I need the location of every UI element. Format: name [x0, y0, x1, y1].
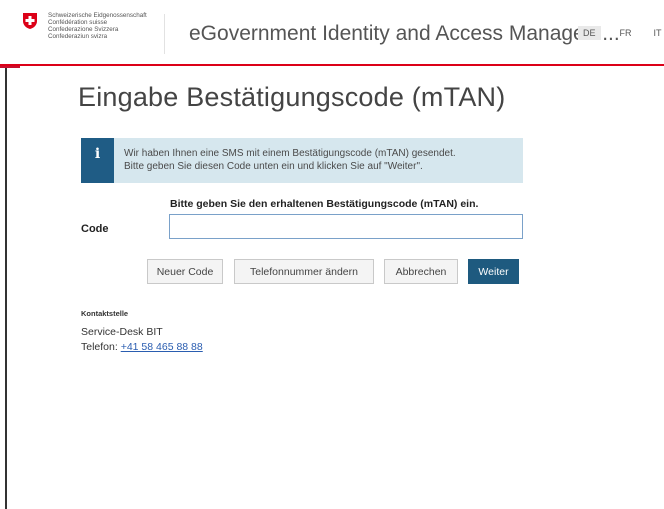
cancel-button[interactable]: Abbrechen: [384, 259, 458, 284]
code-input[interactable]: [169, 214, 523, 239]
top-accent-line: [0, 66, 20, 68]
agency-line-rm: Confederaziun svizra: [48, 33, 108, 40]
lang-de[interactable]: DE: [578, 26, 601, 40]
code-prompt: Bitte geben Sie den erhaltenen Bestätigu…: [170, 198, 479, 210]
next-button[interactable]: Weiter: [468, 259, 519, 284]
info-icon: i: [94, 146, 101, 162]
phone-link[interactable]: +41 58 465 88 88: [121, 341, 203, 353]
lang-it[interactable]: IT: [651, 28, 664, 40]
info-icon-column: i: [81, 138, 114, 183]
federal-logo: Schweizerische Eidgenossenschaft Confédé…: [22, 12, 147, 40]
swiss-shield-icon: [22, 12, 38, 30]
contact-phone: Telefon: +41 58 465 88 88: [81, 341, 203, 353]
phone-label: Telefon:: [81, 341, 118, 353]
change-phone-button[interactable]: Telefonnummer ändern: [234, 259, 374, 284]
agency-name: Schweizerische Eidgenossenschaft Confédé…: [48, 12, 147, 40]
contact-name: Service-Desk BIT: [81, 326, 163, 338]
new-code-button[interactable]: Neuer Code: [147, 259, 223, 284]
lang-fr[interactable]: FR: [617, 28, 635, 40]
app-title: eGovernment Identity and Access Managem.…: [189, 22, 620, 45]
header-divider: [164, 14, 165, 54]
site-header: Schweizerische Eidgenossenschaft Confédé…: [0, 0, 664, 66]
agency-line-fr: Confédération suisse: [48, 19, 108, 26]
contact-title: Kontaktstelle: [81, 309, 129, 318]
info-line-2: Bitte geben Sie diesen Code unten ein un…: [124, 161, 423, 172]
agency-line-de: Schweizerische Eidgenossenschaft: [48, 12, 147, 19]
language-switcher: DE FR IT: [578, 26, 664, 40]
page-title: Eingabe Bestätigungscode (mTAN): [78, 82, 506, 112]
code-label: Code: [81, 223, 109, 235]
info-line-1: Wir haben Ihnen eine SMS mit einem Bestä…: [124, 148, 456, 159]
left-border-line: [5, 66, 7, 509]
agency-line-it: Confederazione Svizzera: [48, 26, 119, 33]
info-message-text: Wir haben Ihnen eine SMS mit einem Bestä…: [114, 138, 456, 183]
header-red-rule: [0, 64, 664, 66]
info-message-box: i Wir haben Ihnen eine SMS mit einem Bes…: [81, 138, 523, 183]
